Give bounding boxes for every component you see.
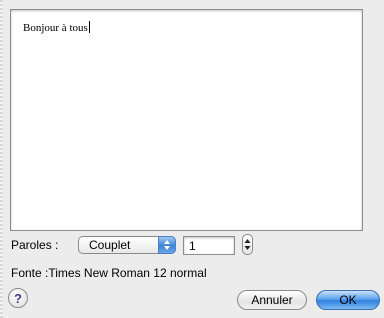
ok-button[interactable]: OK: [316, 290, 380, 310]
help-button[interactable]: ?: [8, 288, 28, 308]
verse-number-stepper[interactable]: [242, 234, 253, 255]
cancel-button[interactable]: Annuler: [237, 290, 307, 310]
text-caret: [88, 21, 90, 33]
lyrics-section-value: Couplet: [89, 238, 131, 252]
font-info: Fonte :Times New Roman 12 normal: [11, 266, 207, 280]
verse-number-field[interactable]: 1: [183, 236, 235, 255]
ok-button-label: OK: [339, 293, 357, 307]
lyrics-text-area[interactable]: Bonjour à tous: [10, 9, 363, 231]
help-icon: ?: [14, 291, 22, 306]
lyrics-section-popup[interactable]: Couplet: [78, 236, 176, 254]
lyrics-text: Bonjour à tous: [23, 21, 90, 34]
cancel-button-label: Annuler: [251, 293, 293, 307]
lyrics-label: Paroles :: [11, 238, 59, 252]
window-edge: [0, 0, 3, 318]
verse-number-value: 1: [189, 239, 196, 253]
up-down-arrows-icon: [158, 236, 176, 254]
stepper-arrows-icon: [244, 239, 251, 250]
